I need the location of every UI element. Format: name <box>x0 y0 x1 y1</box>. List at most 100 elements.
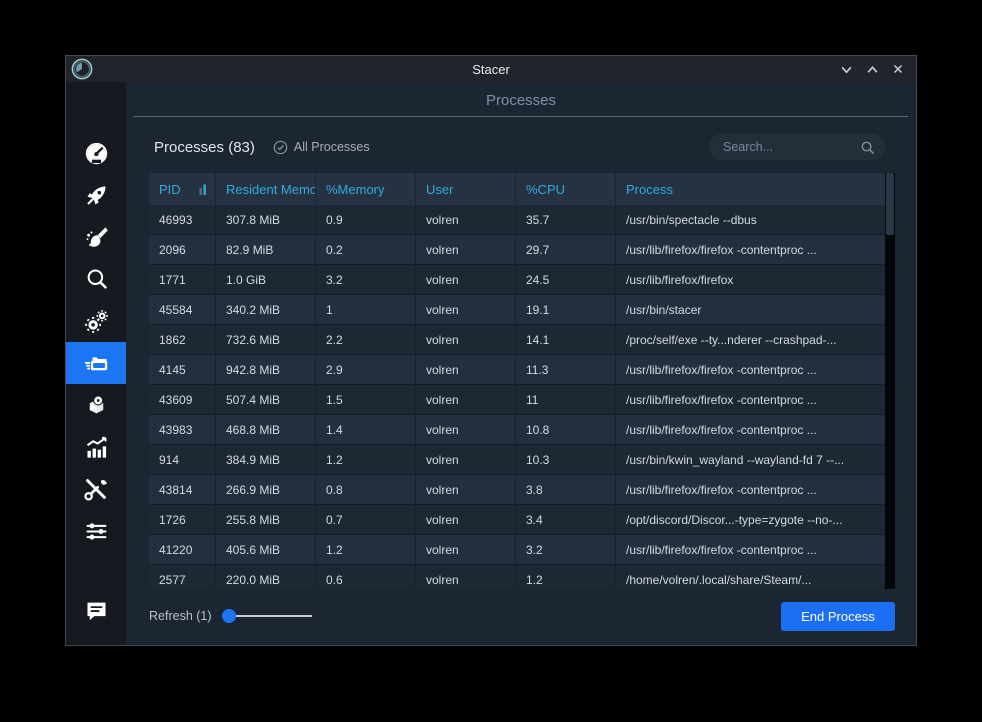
search-input[interactable] <box>723 140 860 154</box>
processes-toolbar: Processes (83) All Processes <box>126 133 916 161</box>
cell-process: /usr/lib/firefox/firefox -contentproc ..… <box>616 385 885 414</box>
titlebar[interactable]: Stacer <box>66 56 916 82</box>
cell-percent-memory: 1.2 <box>316 535 416 564</box>
cell-process: /usr/lib/firefox/firefox -contentproc ..… <box>616 475 885 504</box>
cell-user: volren <box>416 235 516 264</box>
sidebar-item-startup-apps[interactable] <box>66 174 126 216</box>
table-row[interactable]: 914 384.9 MiB 1.2 volren 10.3 /usr/bin/k… <box>149 445 885 475</box>
stacer-window: Stacer <box>65 55 917 646</box>
table-row[interactable]: 43814 266.9 MiB 0.8 volren 3.8 /usr/lib/… <box>149 475 885 505</box>
cell-percent-memory: 1.5 <box>316 385 416 414</box>
cell-percent-cpu: 35.7 <box>516 205 616 234</box>
sidebar-item-settings[interactable] <box>66 510 126 552</box>
table-row[interactable]: 45584 340.2 MiB 1 volren 19.1 /usr/bin/s… <box>149 295 885 325</box>
refresh-label: Refresh (1) <box>149 609 212 623</box>
cell-resident-memory: 1.0 GiB <box>216 265 316 294</box>
magnifier-icon <box>83 266 110 293</box>
sidebar-item-search[interactable] <box>66 258 126 300</box>
cell-pid: 2577 <box>149 565 216 589</box>
table-row[interactable]: 2096 82.9 MiB 0.2 volren 29.7 /usr/lib/f… <box>149 235 885 265</box>
sidebar-item-services[interactable] <box>66 300 126 342</box>
stacked-folders-icon <box>83 350 110 377</box>
refresh-interval-slider[interactable] <box>222 609 312 623</box>
rocket-icon <box>83 182 110 209</box>
column-header-resident-memory[interactable]: Resident Memory <box>216 173 316 205</box>
table-row[interactable]: 41220 405.6 MiB 1.2 volren 3.2 /usr/lib/… <box>149 535 885 565</box>
sidebar-item-resources[interactable] <box>66 426 126 468</box>
column-header-percent-cpu[interactable]: %CPU <box>516 173 616 205</box>
column-header-pid[interactable]: PID <box>149 173 216 205</box>
processes-footer: Refresh (1) End Process <box>126 587 916 645</box>
process-table: PID Resident Memory %Memory User %CPU Pr… <box>149 173 885 589</box>
scrollbar-thumb[interactable] <box>886 173 894 235</box>
slider-handle[interactable] <box>222 609 236 623</box>
cell-pid: 914 <box>149 445 216 474</box>
cell-percent-memory: 2.2 <box>316 325 416 354</box>
all-processes-label: All Processes <box>294 140 370 154</box>
cell-percent-memory: 1 <box>316 295 416 324</box>
table-scrollbar[interactable] <box>885 173 895 589</box>
cell-percent-cpu: 14.1 <box>516 325 616 354</box>
cell-percent-memory: 0.7 <box>316 505 416 534</box>
sidebar-item-feedback[interactable] <box>66 589 126 631</box>
chat-bubble-icon <box>83 597 110 624</box>
cell-process: /usr/lib/firefox/firefox -contentproc ..… <box>616 355 885 384</box>
desktop-background: Stacer <box>0 0 982 722</box>
all-processes-checkbox[interactable]: All Processes <box>273 140 370 155</box>
cell-user: volren <box>416 355 516 384</box>
sidebar-item-system-cleaner[interactable] <box>66 216 126 258</box>
table-row[interactable]: 1726 255.8 MiB 0.7 volren 3.4 /opt/disco… <box>149 505 885 535</box>
cell-resident-memory: 340.2 MiB <box>216 295 316 324</box>
cell-pid: 45584 <box>149 295 216 324</box>
page-title: Processes <box>126 82 916 109</box>
table-row[interactable]: 1771 1.0 GiB 3.2 volren 24.5 /usr/lib/fi… <box>149 265 885 295</box>
column-header-process[interactable]: Process <box>616 173 885 205</box>
column-header-percent-memory[interactable]: %Memory <box>316 173 416 205</box>
cell-resident-memory: 266.9 MiB <box>216 475 316 504</box>
bar-chart-icon <box>83 434 110 461</box>
cell-percent-memory: 0.8 <box>316 475 416 504</box>
sidebar-item-processes[interactable] <box>66 342 126 384</box>
table-row[interactable]: 4145 942.8 MiB 2.9 volren 11.3 /usr/lib/… <box>149 355 885 385</box>
end-process-button[interactable]: End Process <box>781 602 895 631</box>
cell-user: volren <box>416 475 516 504</box>
cell-user: volren <box>416 295 516 324</box>
cell-percent-cpu: 11.3 <box>516 355 616 384</box>
table-row[interactable]: 1862 732.6 MiB 2.2 volren 14.1 /proc/sel… <box>149 325 885 355</box>
minimize-button[interactable] <box>836 59 856 79</box>
search-box[interactable] <box>709 134 885 160</box>
sidebar-item-uninstaller[interactable] <box>66 384 126 426</box>
gears-icon <box>83 308 110 335</box>
cell-user: volren <box>416 205 516 234</box>
table-row[interactable]: 2577 220.0 MiB 0.6 volren 1.2 /home/volr… <box>149 565 885 589</box>
cell-user: volren <box>416 565 516 589</box>
cell-process: /usr/lib/firefox/firefox -contentproc ..… <box>616 415 885 444</box>
processes-page: Processes Processes (83) All Processes <box>126 82 916 645</box>
sidebar-item-dashboard[interactable] <box>66 132 126 174</box>
cell-percent-memory: 0.6 <box>316 565 416 589</box>
sidebar-item-helpers[interactable] <box>66 468 126 510</box>
window-title: Stacer <box>66 62 916 77</box>
cell-resident-memory: 942.8 MiB <box>216 355 316 384</box>
cell-resident-memory: 220.0 MiB <box>216 565 316 589</box>
cell-process: /usr/bin/kwin_wayland --wayland-fd 7 --.… <box>616 445 885 474</box>
cell-pid: 43983 <box>149 415 216 444</box>
cell-pid: 43814 <box>149 475 216 504</box>
cell-pid: 4145 <box>149 355 216 384</box>
check-circle-icon <box>273 140 288 155</box>
cell-user: volren <box>416 535 516 564</box>
cell-resident-memory: 307.8 MiB <box>216 205 316 234</box>
table-row[interactable]: 43983 468.8 MiB 1.4 volren 10.8 /usr/lib… <box>149 415 885 445</box>
close-button[interactable] <box>888 59 908 79</box>
maximize-button[interactable] <box>862 59 882 79</box>
cell-percent-memory: 3.2 <box>316 265 416 294</box>
window-controls <box>836 59 916 79</box>
cell-pid: 41220 <box>149 535 216 564</box>
table-row[interactable]: 43609 507.4 MiB 1.5 volren 11 /usr/lib/f… <box>149 385 885 415</box>
processes-count-label: Processes (83) <box>154 139 255 156</box>
cell-resident-memory: 255.8 MiB <box>216 505 316 534</box>
table-row[interactable]: 46993 307.8 MiB 0.9 volren 35.7 /usr/bin… <box>149 205 885 235</box>
cell-user: volren <box>416 265 516 294</box>
cell-percent-memory: 1.4 <box>316 415 416 444</box>
column-header-user[interactable]: User <box>416 173 516 205</box>
